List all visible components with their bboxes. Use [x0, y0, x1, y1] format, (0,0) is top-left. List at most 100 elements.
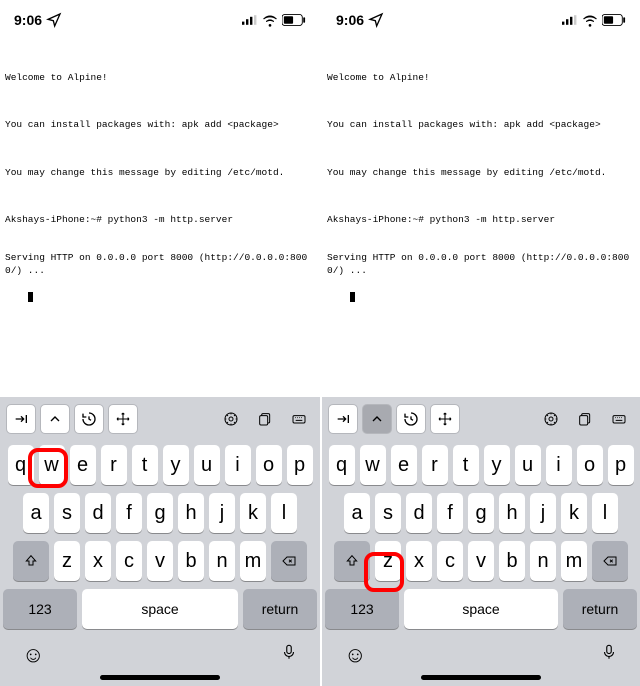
ctrl-button[interactable] — [40, 404, 70, 434]
ctrl-button[interactable] — [362, 404, 392, 434]
terminal-line: You may change this message by editing /… — [327, 167, 635, 180]
keyboard-toggle-button[interactable] — [284, 404, 314, 434]
key-o[interactable]: o — [256, 445, 282, 485]
keyboard-toggle-button[interactable] — [604, 404, 634, 434]
key-c[interactable]: c — [437, 541, 463, 581]
key-z[interactable]: z — [54, 541, 80, 581]
home-indicator[interactable] — [421, 675, 541, 680]
key-w[interactable]: w — [360, 445, 386, 485]
key-y[interactable]: y — [484, 445, 510, 485]
signal-icon — [242, 12, 258, 28]
key-t[interactable]: t — [132, 445, 158, 485]
tab-key-button[interactable] — [328, 404, 358, 434]
status-right — [562, 12, 626, 28]
arrows-button[interactable] — [108, 404, 138, 434]
mic-button[interactable] — [600, 641, 618, 669]
key-i[interactable]: i — [546, 445, 572, 485]
key-m[interactable]: m — [240, 541, 266, 581]
terminal-area[interactable]: Welcome to Alpine! You can install packa… — [0, 40, 320, 397]
key-o[interactable]: o — [577, 445, 603, 485]
key-f[interactable]: f — [116, 493, 142, 533]
settings-button[interactable] — [216, 404, 246, 434]
key-e[interactable]: e — [391, 445, 417, 485]
shift-key[interactable] — [334, 541, 370, 581]
key-r[interactable]: r — [101, 445, 127, 485]
key-k[interactable]: k — [561, 493, 587, 533]
terminal-line: Welcome to Alpine! — [327, 72, 635, 85]
paste-button[interactable] — [570, 404, 600, 434]
return-key[interactable]: return — [243, 589, 317, 629]
status-time: 9:06 — [14, 12, 42, 28]
numeric-key[interactable]: 123 — [325, 589, 399, 629]
numeric-key[interactable]: 123 — [3, 589, 77, 629]
key-g[interactable]: g — [468, 493, 494, 533]
key-l[interactable]: l — [592, 493, 618, 533]
key-g[interactable]: g — [147, 493, 173, 533]
key-b[interactable]: b — [178, 541, 204, 581]
history-button[interactable] — [74, 404, 104, 434]
key-w[interactable]: w — [39, 445, 65, 485]
key-d[interactable]: d — [406, 493, 432, 533]
key-i[interactable]: i — [225, 445, 251, 485]
key-s[interactable]: s — [54, 493, 80, 533]
key-p[interactable]: p — [608, 445, 634, 485]
tab-key-button[interactable] — [6, 404, 36, 434]
key-d[interactable]: d — [85, 493, 111, 533]
key-a[interactable]: a — [344, 493, 370, 533]
key-n[interactable]: n — [530, 541, 556, 581]
terminal-line: You can install packages with: apk add <… — [327, 119, 635, 132]
key-t[interactable]: t — [453, 445, 479, 485]
key-f[interactable]: f — [437, 493, 463, 533]
key-e[interactable]: e — [70, 445, 96, 485]
keyboard: q w e r t y u i o p a s d f g h j k l z … — [322, 397, 640, 686]
key-z[interactable]: z — [375, 541, 401, 581]
terminal-area[interactable]: Welcome to Alpine! You can install packa… — [322, 40, 640, 397]
settings-button[interactable] — [536, 404, 566, 434]
emoji-button[interactable]: ☺ — [22, 642, 44, 668]
history-button[interactable] — [396, 404, 426, 434]
key-s[interactable]: s — [375, 493, 401, 533]
space-key[interactable]: space — [404, 589, 558, 629]
key-k[interactable]: k — [240, 493, 266, 533]
keyboard-toolbar — [0, 397, 320, 441]
arrows-button[interactable] — [430, 404, 460, 434]
backspace-key[interactable] — [271, 541, 307, 581]
keyboard-bottom: ☺ — [322, 633, 640, 671]
key-a[interactable]: a — [23, 493, 49, 533]
mic-button[interactable] — [280, 641, 298, 669]
key-q[interactable]: q — [8, 445, 34, 485]
key-h[interactable]: h — [178, 493, 204, 533]
key-x[interactable]: x — [85, 541, 111, 581]
key-q[interactable]: q — [329, 445, 355, 485]
key-v[interactable]: v — [147, 541, 173, 581]
key-h[interactable]: h — [499, 493, 525, 533]
key-c[interactable]: c — [116, 541, 142, 581]
space-key[interactable]: space — [82, 589, 238, 629]
key-j[interactable]: j — [209, 493, 235, 533]
key-y[interactable]: y — [163, 445, 189, 485]
key-m[interactable]: m — [561, 541, 587, 581]
key-row-4: 123 space return — [322, 585, 640, 633]
paste-button[interactable] — [250, 404, 280, 434]
home-indicator[interactable] — [100, 675, 220, 680]
key-u[interactable]: u — [515, 445, 541, 485]
shift-key[interactable] — [13, 541, 49, 581]
key-v[interactable]: v — [468, 541, 494, 581]
terminal-line: Serving HTTP on 0.0.0.0 port 8000 (http:… — [5, 252, 315, 278]
key-b[interactable]: b — [499, 541, 525, 581]
key-x[interactable]: x — [406, 541, 432, 581]
keyboard-toolbar — [322, 397, 640, 441]
key-p[interactable]: p — [287, 445, 313, 485]
key-l[interactable]: l — [271, 493, 297, 533]
key-n[interactable]: n — [209, 541, 235, 581]
key-j[interactable]: j — [530, 493, 556, 533]
return-key[interactable]: return — [563, 589, 637, 629]
key-u[interactable]: u — [194, 445, 220, 485]
keyboard-bottom: ☺ — [0, 633, 320, 671]
terminal-line: Welcome to Alpine! — [5, 72, 315, 85]
emoji-button[interactable]: ☺ — [344, 642, 366, 668]
key-r[interactable]: r — [422, 445, 448, 485]
terminal-line: Serving HTTP on 0.0.0.0 port 8000 (http:… — [327, 252, 635, 278]
status-right — [242, 12, 306, 28]
backspace-key[interactable] — [592, 541, 628, 581]
